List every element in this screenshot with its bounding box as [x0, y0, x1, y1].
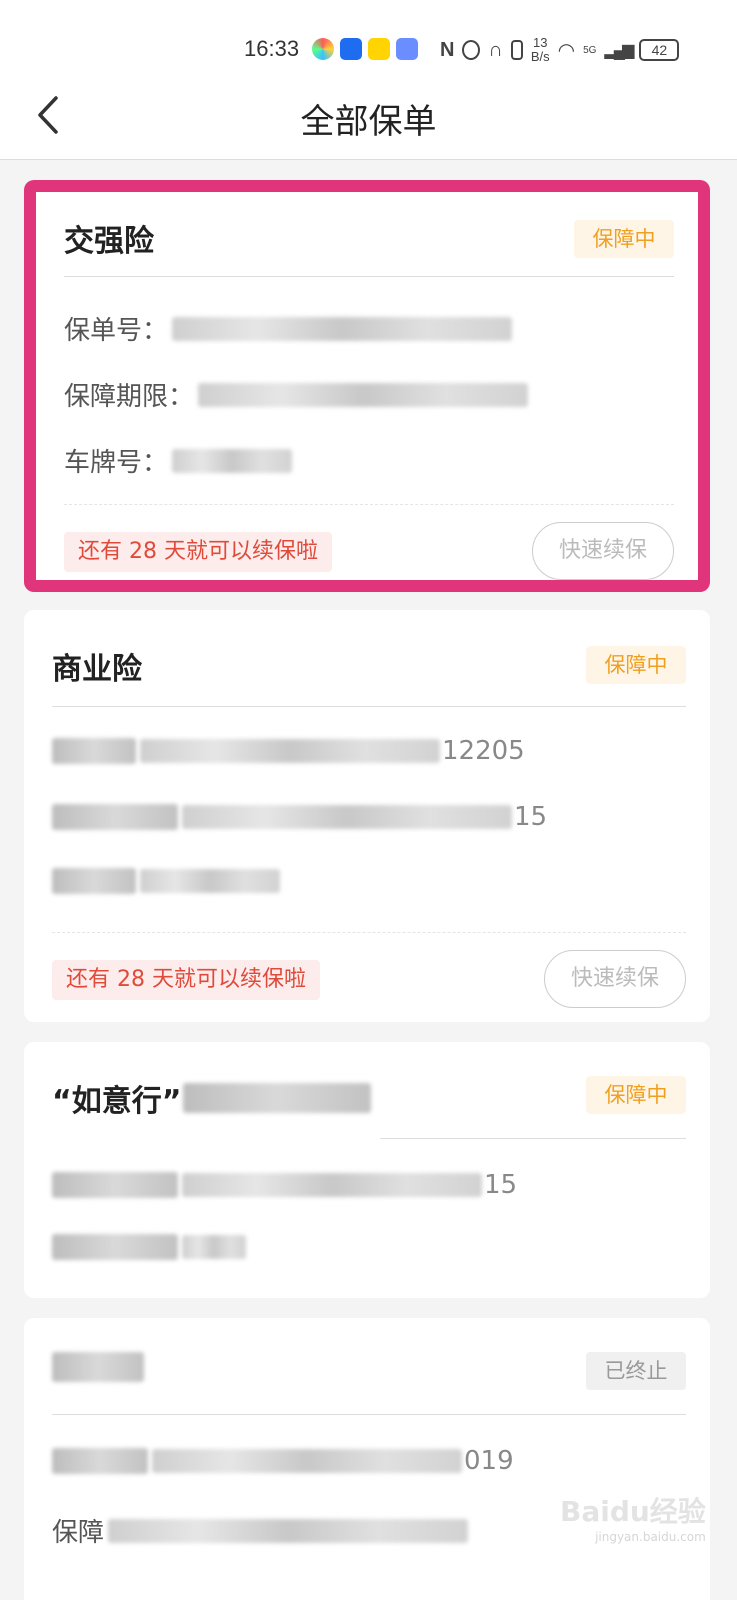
policy-title: “如意行” — [52, 1076, 372, 1120]
policy-title — [52, 1352, 144, 1390]
policy-number-row: 12205 — [52, 736, 525, 766]
policy-card-ruyixing[interactable]: “如意行” 保障中 15 — [24, 1042, 710, 1298]
status-time: 16:33 — [244, 36, 300, 61]
policy-number-label-redacted — [52, 738, 136, 764]
plate-number-row — [52, 868, 280, 894]
renewal-reminder: 还有 28 天就可以续保啦 — [52, 960, 320, 1000]
policy-number-row: 保单号： — [64, 310, 513, 347]
policy-number-redacted — [172, 316, 513, 341]
coverage-period-redacted — [198, 382, 529, 407]
policy-title-redacted — [183, 1083, 372, 1113]
notification-icons — [312, 38, 418, 60]
nav-bar: 全部保单 — [0, 72, 737, 160]
network-type: 5G — [583, 44, 597, 56]
divider — [64, 276, 674, 277]
plate-number-row: 车牌号： — [64, 442, 293, 479]
page-title: 全部保单 — [300, 102, 437, 142]
watermark-logo: Baidu经验 jingyan.baidu.com — [560, 1490, 706, 1544]
plate-number-redacted — [140, 869, 280, 893]
detail-value-redacted — [182, 1235, 246, 1259]
divider — [52, 1414, 686, 1415]
signal-icon: ▂▄▆ — [604, 42, 634, 59]
quick-renew-button[interactable]: 快速续保 — [544, 950, 686, 1008]
coverage-period-label: 保障期限： — [64, 382, 195, 412]
status-badge: 保障中 — [586, 1076, 686, 1114]
detail-label-redacted — [52, 1234, 178, 1260]
net-speed-value: 13 — [532, 35, 548, 50]
policy-card-compulsory[interactable]: 交强险 保障中 保单号： 保障期限： 车牌号： 还有 28 天就可以续保啦 快速… — [24, 180, 710, 592]
app-notification-icon — [396, 38, 418, 60]
policy-number-row: 019 — [52, 1446, 514, 1476]
quick-renew-button[interactable]: 快速续保 — [532, 522, 674, 580]
coverage-period-row: 保障 — [52, 1512, 469, 1549]
watermark-url: jingyan.baidu.com — [595, 1530, 706, 1544]
policy-title: 交强险 — [64, 224, 154, 259]
detail-row — [52, 1234, 246, 1260]
policy-number-redacted — [140, 739, 440, 763]
policy-number-redacted — [152, 1449, 462, 1473]
phone-status-icon — [510, 40, 523, 60]
policy-number-tail: 019 — [464, 1446, 514, 1476]
coverage-period-tail: 15 — [484, 1170, 518, 1200]
divider — [380, 1138, 686, 1139]
plate-number-redacted — [172, 448, 293, 473]
policy-card-commercial[interactable]: 商业险 保障中 12205 15 还有 28 天就可以续保啦 快速续保 — [24, 610, 710, 1022]
divider — [52, 932, 686, 933]
battery-icon: 42 — [639, 39, 680, 61]
policy-title-redacted — [52, 1352, 144, 1382]
policy-number-tail: 12205 — [442, 736, 525, 766]
policy-title-text: “如意行” — [52, 1084, 182, 1119]
status-badge: 已终止 — [586, 1352, 686, 1390]
coverage-period-tail: 15 — [514, 802, 548, 832]
watermark-brand: Baidu经验 — [560, 1495, 706, 1528]
alarm-icon — [462, 40, 481, 60]
headphones-icon: ∩ — [488, 38, 503, 61]
plate-number-label-redacted — [52, 868, 136, 894]
status-icons: N ∩ 13 B/s ◠ 5G ▂▄▆ 42 — [440, 36, 680, 64]
app-notification-icon — [340, 38, 362, 60]
app-notification-icon — [312, 38, 334, 60]
wifi-icon: ◠ — [557, 39, 576, 62]
divider — [64, 504, 674, 505]
plate-number-label: 车牌号： — [64, 448, 169, 478]
coverage-period-redacted — [182, 1173, 482, 1197]
divider — [52, 706, 686, 707]
coverage-period-redacted — [108, 1518, 469, 1543]
status-badge: 保障中 — [586, 646, 686, 684]
renewal-reminder: 还有 28 天就可以续保啦 — [64, 532, 332, 572]
coverage-period-label: 保障 — [52, 1518, 105, 1548]
policy-number-label: 保单号： — [64, 316, 169, 346]
coverage-period-label-redacted — [52, 804, 178, 830]
policy-number-label-redacted — [52, 1448, 148, 1474]
app-notification-icon — [368, 38, 390, 60]
coverage-period-row: 15 — [52, 1170, 517, 1200]
net-speed: 13 B/s — [531, 36, 550, 64]
coverage-period-row: 15 — [52, 802, 547, 832]
coverage-period-label-redacted — [52, 1172, 178, 1198]
policy-card-terminated[interactable]: 已终止 019 保障 — [24, 1318, 710, 1600]
status-badge: 保障中 — [574, 220, 674, 258]
coverage-period-row: 保障期限： — [64, 376, 529, 413]
nfc-icon: N — [440, 38, 455, 61]
coverage-period-redacted — [182, 805, 512, 829]
policy-title: 商业险 — [52, 652, 142, 687]
net-speed-unit: B/s — [530, 49, 550, 64]
